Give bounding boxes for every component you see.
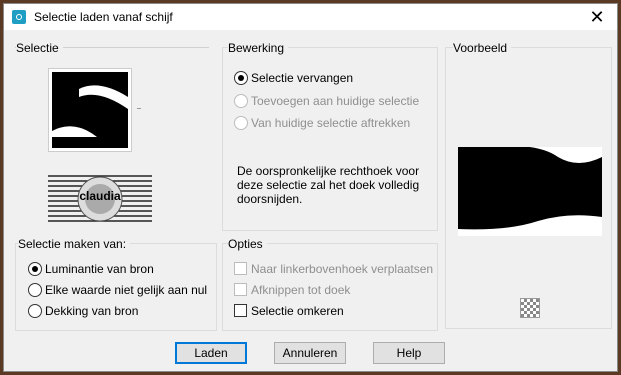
radio-luminantie[interactable] (28, 262, 42, 276)
radio-label[interactable]: Dekking van bron (45, 304, 138, 318)
title-bar: Selectie laden vanaf schijf ✕ (4, 4, 617, 30)
radio-label[interactable]: Selectie vervangen (251, 71, 353, 85)
checkbox-label[interactable]: Afknippen tot doek (251, 283, 350, 297)
app-icon (12, 10, 26, 24)
radio-label[interactable]: Elke waarde niet gelijk aan nul (45, 283, 207, 297)
window-title: Selectie laden vanaf schijf (34, 10, 173, 24)
radio-label[interactable]: Van huidige selectie aftrekken (251, 116, 410, 130)
radio-label[interactable]: Toevoegen aan huidige selectie (251, 94, 419, 108)
checkbox-afknippen[interactable] (234, 283, 247, 296)
maken-van-group-label: Selectie maken van: (18, 237, 131, 251)
cancel-button[interactable]: Annuleren (274, 342, 346, 364)
checkbox-selectie-omkeren[interactable] (234, 304, 247, 317)
close-icon[interactable]: ✕ (583, 5, 611, 29)
checkbox-label[interactable]: Naar linkerbovenhoek verplaatsen (251, 262, 433, 276)
radio-toevoegen[interactable] (234, 94, 248, 108)
watermark-thumbnail: claudia (48, 172, 152, 226)
preview-canvas (458, 146, 602, 236)
transparency-toggle-icon[interactable] (520, 298, 540, 318)
radio-selectie-vervangen[interactable] (234, 71, 248, 85)
opties-group-label: Opties (228, 237, 267, 251)
selection-file-preview[interactable] (48, 68, 132, 152)
checkbox-label[interactable]: Selectie omkeren (251, 304, 344, 318)
radio-niet-nul[interactable] (28, 283, 42, 297)
checkbox-linkerbovenhoek[interactable] (234, 262, 247, 275)
bewerking-description: De oorspronkelijke rechthoek voor deze s… (237, 164, 420, 206)
bewerking-group-label: Bewerking (228, 41, 289, 55)
radio-label[interactable]: Luminantie van bron (45, 262, 154, 276)
watermark-caption: claudia (79, 189, 121, 203)
voorbeeld-group-label: Voorbeeld (453, 41, 512, 55)
selection-shape-image (52, 72, 128, 148)
selectie-group-label: Selectie (16, 41, 63, 55)
load-button[interactable]: Laden (175, 342, 247, 364)
dialog-window: Selectie laden vanaf schijf ✕ Selectie c… (3, 3, 618, 372)
radio-dekking[interactable] (28, 304, 42, 318)
radio-aftrekken[interactable] (234, 116, 248, 130)
help-button[interactable]: Help (373, 342, 445, 364)
